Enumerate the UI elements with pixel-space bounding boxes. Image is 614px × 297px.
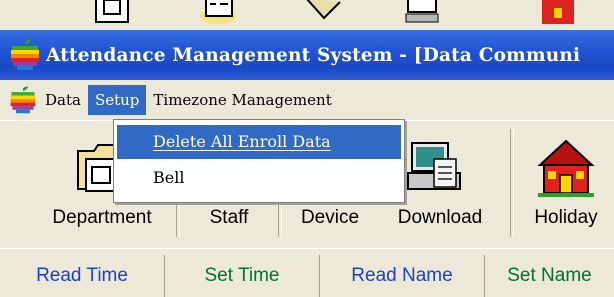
set-name-button[interactable]: Set Name bbox=[485, 255, 614, 297]
holiday-icon bbox=[542, 0, 574, 24]
system-menu-icon[interactable] bbox=[8, 85, 38, 115]
read-time-button[interactable]: Read Time bbox=[0, 255, 165, 297]
toolbar-label-holiday: Holiday bbox=[534, 207, 598, 228]
title-bar[interactable]: Attendance Management System - [Data Com… bbox=[0, 30, 614, 80]
toolbar-label-department: Department bbox=[52, 207, 152, 228]
menu-bar: Data Setup Timezone Management bbox=[0, 80, 614, 120]
menu-item-label: Bell bbox=[153, 168, 185, 187]
department-icon bbox=[95, 0, 129, 23]
toolbar-label-download: Download bbox=[397, 207, 483, 228]
menu-item-bell[interactable]: Bell bbox=[117, 161, 401, 195]
set-time-button[interactable]: Set Time bbox=[165, 255, 320, 297]
function-tab-bar: Read Time Set Time Read Name Set Name bbox=[0, 248, 614, 297]
window-title: Attendance Management System - [Data Com… bbox=[46, 44, 581, 66]
menu-data[interactable]: Data bbox=[38, 85, 88, 115]
staff-icon bbox=[200, 0, 236, 24]
toolbar-button-holiday[interactable]: Holiday bbox=[520, 121, 612, 241]
toolbar-label-staff: Staff bbox=[209, 207, 249, 228]
download-icon bbox=[407, 142, 461, 190]
holiday-icon bbox=[537, 139, 595, 197]
toolbar-separator bbox=[510, 129, 514, 237]
setup-dropdown-menu: Delete All Enroll Data Bell bbox=[113, 119, 405, 203]
apple-logo-icon bbox=[11, 39, 39, 70]
menu-item-label: Delete All Enroll Data bbox=[153, 132, 331, 151]
menu-timezone-management[interactable]: Timezone Management bbox=[146, 85, 338, 115]
toolbar-label-device: Device bbox=[300, 207, 360, 228]
download-icon bbox=[405, 0, 439, 23]
menu-setup[interactable]: Setup bbox=[87, 85, 147, 115]
device-icon bbox=[306, 0, 341, 20]
top-icon-strip bbox=[0, 0, 614, 30]
menu-item-delete-all-enroll-data[interactable]: Delete All Enroll Data bbox=[117, 125, 401, 159]
read-name-button[interactable]: Read Name bbox=[320, 255, 485, 297]
